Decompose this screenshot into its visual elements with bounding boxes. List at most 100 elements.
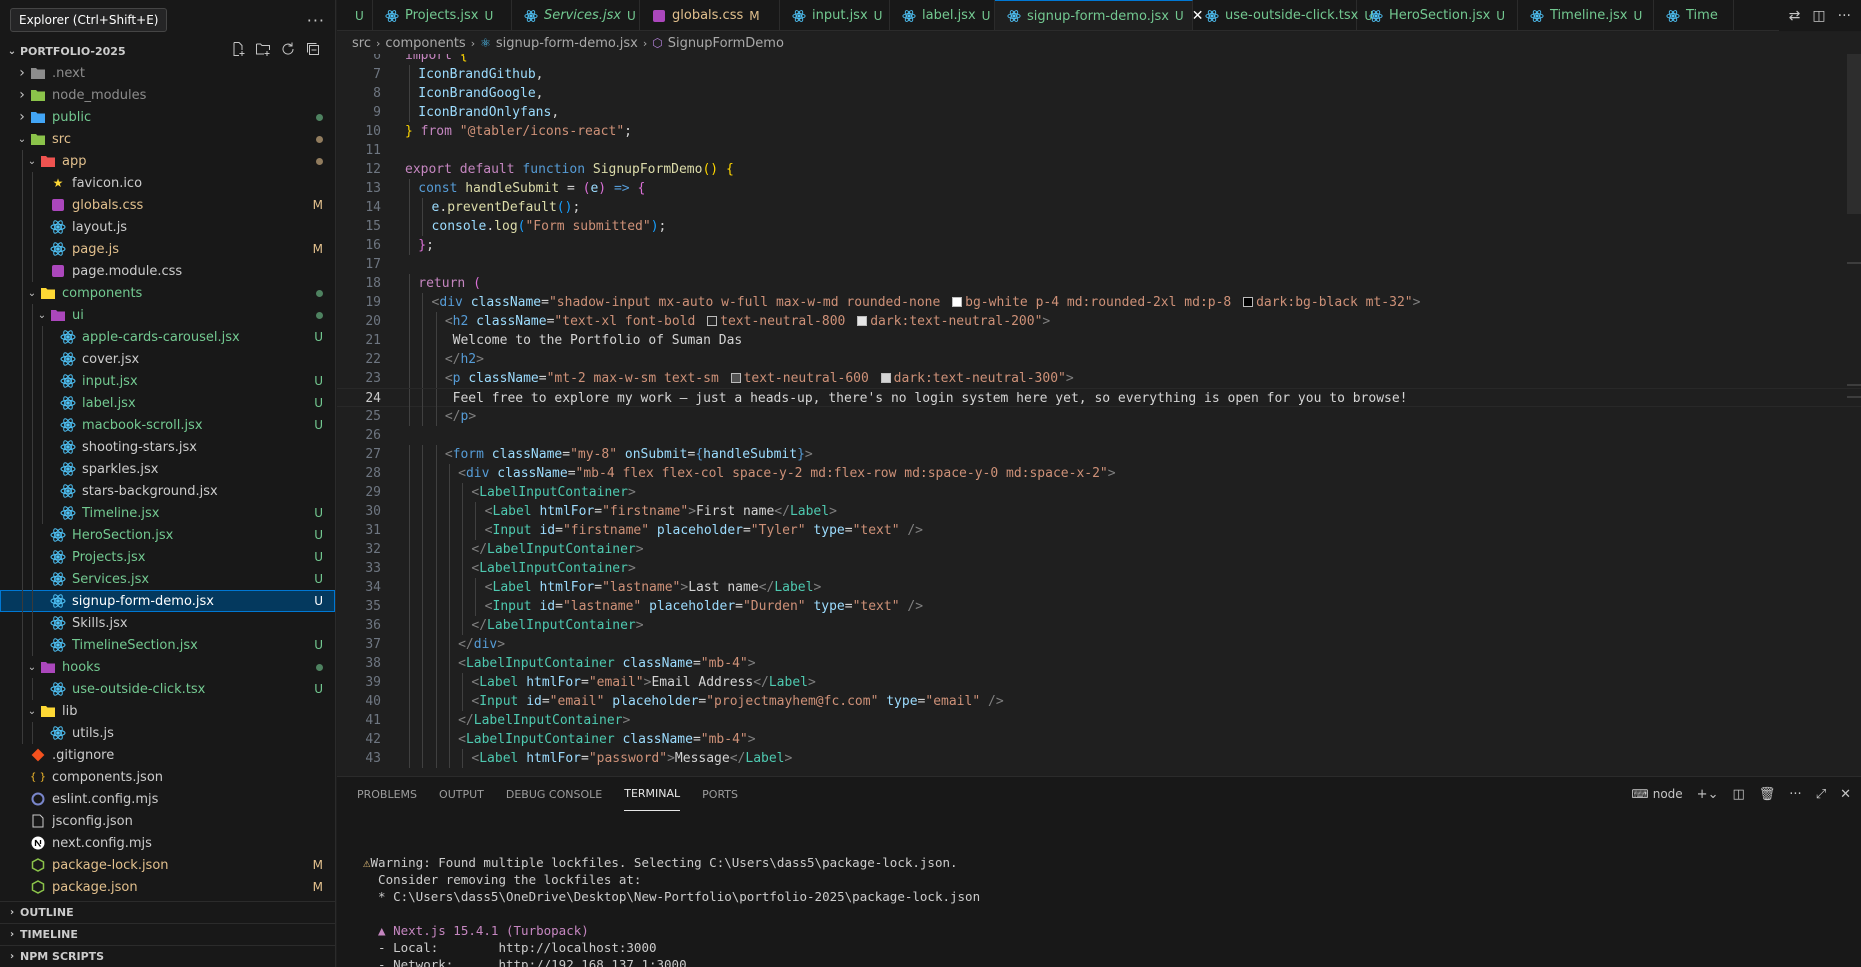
- new-folder-icon[interactable]: [255, 41, 271, 61]
- file-item[interactable]: jsconfig.json: [0, 810, 335, 832]
- file-item[interactable]: package.json M: [0, 876, 335, 898]
- section-npm-scripts[interactable]: › NPM SCRIPTS: [0, 945, 335, 967]
- file-item[interactable]: label.jsx U: [0, 392, 335, 414]
- file-item[interactable]: Timeline.jsx U: [0, 502, 335, 524]
- breadcrumb-item[interactable]: signup-form-demo.jsx: [496, 36, 638, 51]
- folder-item[interactable]: ⌄ ui: [0, 304, 335, 326]
- file-item[interactable]: { } components.json: [0, 766, 335, 788]
- editor-tab[interactable]: Projects.jsx U: [373, 0, 512, 30]
- trash-icon[interactable]: 🗑: [1759, 787, 1776, 802]
- file-item[interactable]: input.jsx U: [0, 370, 335, 392]
- code-token: placeholder: [649, 599, 736, 614]
- tab-output[interactable]: OUTPUT: [439, 777, 484, 811]
- color-swatch[interactable]: [730, 373, 741, 383]
- file-item[interactable]: sparkles.jsx: [0, 458, 335, 480]
- tab-status-badge: M: [749, 8, 760, 23]
- tab-debug-console[interactable]: DEBUG CONSOLE: [506, 777, 602, 811]
- file-item[interactable]: stars-background.jsx: [0, 480, 335, 502]
- close-icon[interactable]: ✕: [1840, 787, 1851, 802]
- breadcrumb-item[interactable]: src: [352, 36, 371, 51]
- terminal-output[interactable]: ⚠Warning: Found multiple lockfiles. Sele…: [363, 837, 980, 967]
- file-item[interactable]: macbook-scroll.jsx U: [0, 414, 335, 436]
- file-item[interactable]: use-outside-click.tsx U: [0, 678, 335, 700]
- file-item[interactable]: Skills.jsx: [0, 612, 335, 634]
- indent-guide: [422, 559, 424, 578]
- color-swatch[interactable]: [880, 373, 891, 383]
- tree-item-label: globals.css: [72, 197, 144, 213]
- editor-tab[interactable]: input.jsx U: [780, 0, 890, 30]
- color-swatch[interactable]: [707, 316, 718, 326]
- project-root[interactable]: ⌄ PORTFOLIO-2025: [0, 40, 335, 62]
- split-editor-icon[interactable]: ◫: [1812, 8, 1825, 24]
- file-item[interactable]: Services.jsx U: [0, 568, 335, 590]
- color-swatch[interactable]: [952, 297, 963, 307]
- editor-tab[interactable]: label.jsx U: [890, 0, 995, 30]
- section-timeline[interactable]: › TIMELINE: [0, 923, 335, 945]
- maximize-panel-icon[interactable]: ⤢: [1816, 787, 1826, 802]
- code-editor[interactable]: 6 import {7 IconBrandGithub, 8 IconBrandGoog…: [337, 54, 1861, 776]
- editor-tab[interactable]: globals.css M: [640, 0, 780, 30]
- indent-guide: [462, 521, 464, 540]
- tab-terminal[interactable]: TERMINAL: [624, 777, 681, 811]
- folder-item[interactable]: ⌄ app: [0, 150, 335, 172]
- file-item[interactable]: signup-form-demo.jsx U: [0, 590, 335, 612]
- terminal-selector[interactable]: ⌨ node: [1631, 787, 1682, 801]
- folder-item[interactable]: ⌄ hooks: [0, 656, 335, 678]
- code-text: IconBrandOnlyfans,: [418, 103, 559, 122]
- new-file-icon[interactable]: [230, 41, 246, 61]
- file-item[interactable]: next.config.mjs: [0, 832, 335, 854]
- file-item[interactable]: package-lock.json M: [0, 854, 335, 876]
- file-item[interactable]: shooting-stars.jsx: [0, 436, 335, 458]
- editor-tab[interactable]: Services.jsx U: [512, 0, 640, 30]
- tab-problems[interactable]: PROBLEMS: [357, 777, 417, 811]
- new-terminal-icon[interactable]: +⌄: [1697, 787, 1719, 802]
- folder-item[interactable]: ⌄ components: [0, 282, 335, 304]
- file-item[interactable]: Projects.jsx U: [0, 546, 335, 568]
- more-actions-icon[interactable]: ···: [1838, 8, 1851, 24]
- indent-guide: [32, 370, 33, 392]
- indent-guide: [435, 445, 437, 464]
- folder-item[interactable]: ⌄ src: [0, 128, 335, 150]
- editor-tab[interactable]: Time: [1654, 0, 1734, 30]
- breadcrumb-item[interactable]: SignupFormDemo: [668, 36, 784, 51]
- folder-item[interactable]: ⌄ lib: [0, 700, 335, 722]
- file-item[interactable]: eslint.config.mjs: [0, 788, 335, 810]
- editor-tab[interactable]: signup-form-demo.jsx U ✕: [995, 0, 1203, 30]
- file-item[interactable]: ★ favicon.ico: [0, 172, 335, 194]
- collapse-all-icon[interactable]: [305, 41, 321, 61]
- file-item[interactable]: apple-cards-carousel.jsx U: [0, 326, 335, 348]
- compare-icon[interactable]: ⇄: [1789, 8, 1801, 24]
- editor-scrollbar[interactable]: [1847, 54, 1861, 776]
- more-actions-icon[interactable]: ···: [307, 11, 325, 30]
- editor-tab[interactable]: HeroSection.jsx U: [1357, 0, 1518, 30]
- tab-ports[interactable]: PORTS: [702, 777, 738, 811]
- file-item[interactable]: HeroSection.jsx U: [0, 524, 335, 546]
- file-item[interactable]: globals.css M: [0, 194, 335, 216]
- file-item[interactable]: utils.js: [0, 722, 335, 744]
- code-token: "Form submitted": [525, 219, 651, 234]
- file-item[interactable]: page.js M: [0, 238, 335, 260]
- color-swatch[interactable]: [857, 316, 868, 326]
- editor-tab[interactable]: U: [337, 0, 373, 30]
- file-item[interactable]: page.module.css: [0, 260, 335, 282]
- folder-item[interactable]: › .next: [0, 62, 335, 84]
- code-text: Feel free to explore my work — just a he…: [445, 389, 1408, 408]
- file-item[interactable]: TimelineSection.jsx U: [0, 634, 335, 656]
- more-actions-icon[interactable]: ···: [1789, 787, 1801, 802]
- indent-guide: [22, 480, 23, 502]
- section-outline[interactable]: › OUTLINE: [0, 901, 335, 923]
- indent-guide: [448, 521, 450, 540]
- color-swatch[interactable]: [1243, 297, 1254, 307]
- breadcrumb-item[interactable]: components: [385, 36, 465, 51]
- refresh-icon[interactable]: [280, 41, 296, 61]
- folder-item[interactable]: › public: [0, 106, 335, 128]
- indent-guide: [422, 350, 424, 369]
- folder-item[interactable]: › node_modules: [0, 84, 335, 106]
- editor-tab[interactable]: use-outside-click.tsx U: [1193, 0, 1373, 30]
- file-item[interactable]: .gitignore: [0, 744, 335, 766]
- file-item[interactable]: layout.js: [0, 216, 335, 238]
- editor-tab[interactable]: Timeline.jsx U: [1518, 0, 1654, 30]
- file-item[interactable]: cover.jsx: [0, 348, 335, 370]
- split-terminal-icon[interactable]: ◫: [1732, 787, 1744, 802]
